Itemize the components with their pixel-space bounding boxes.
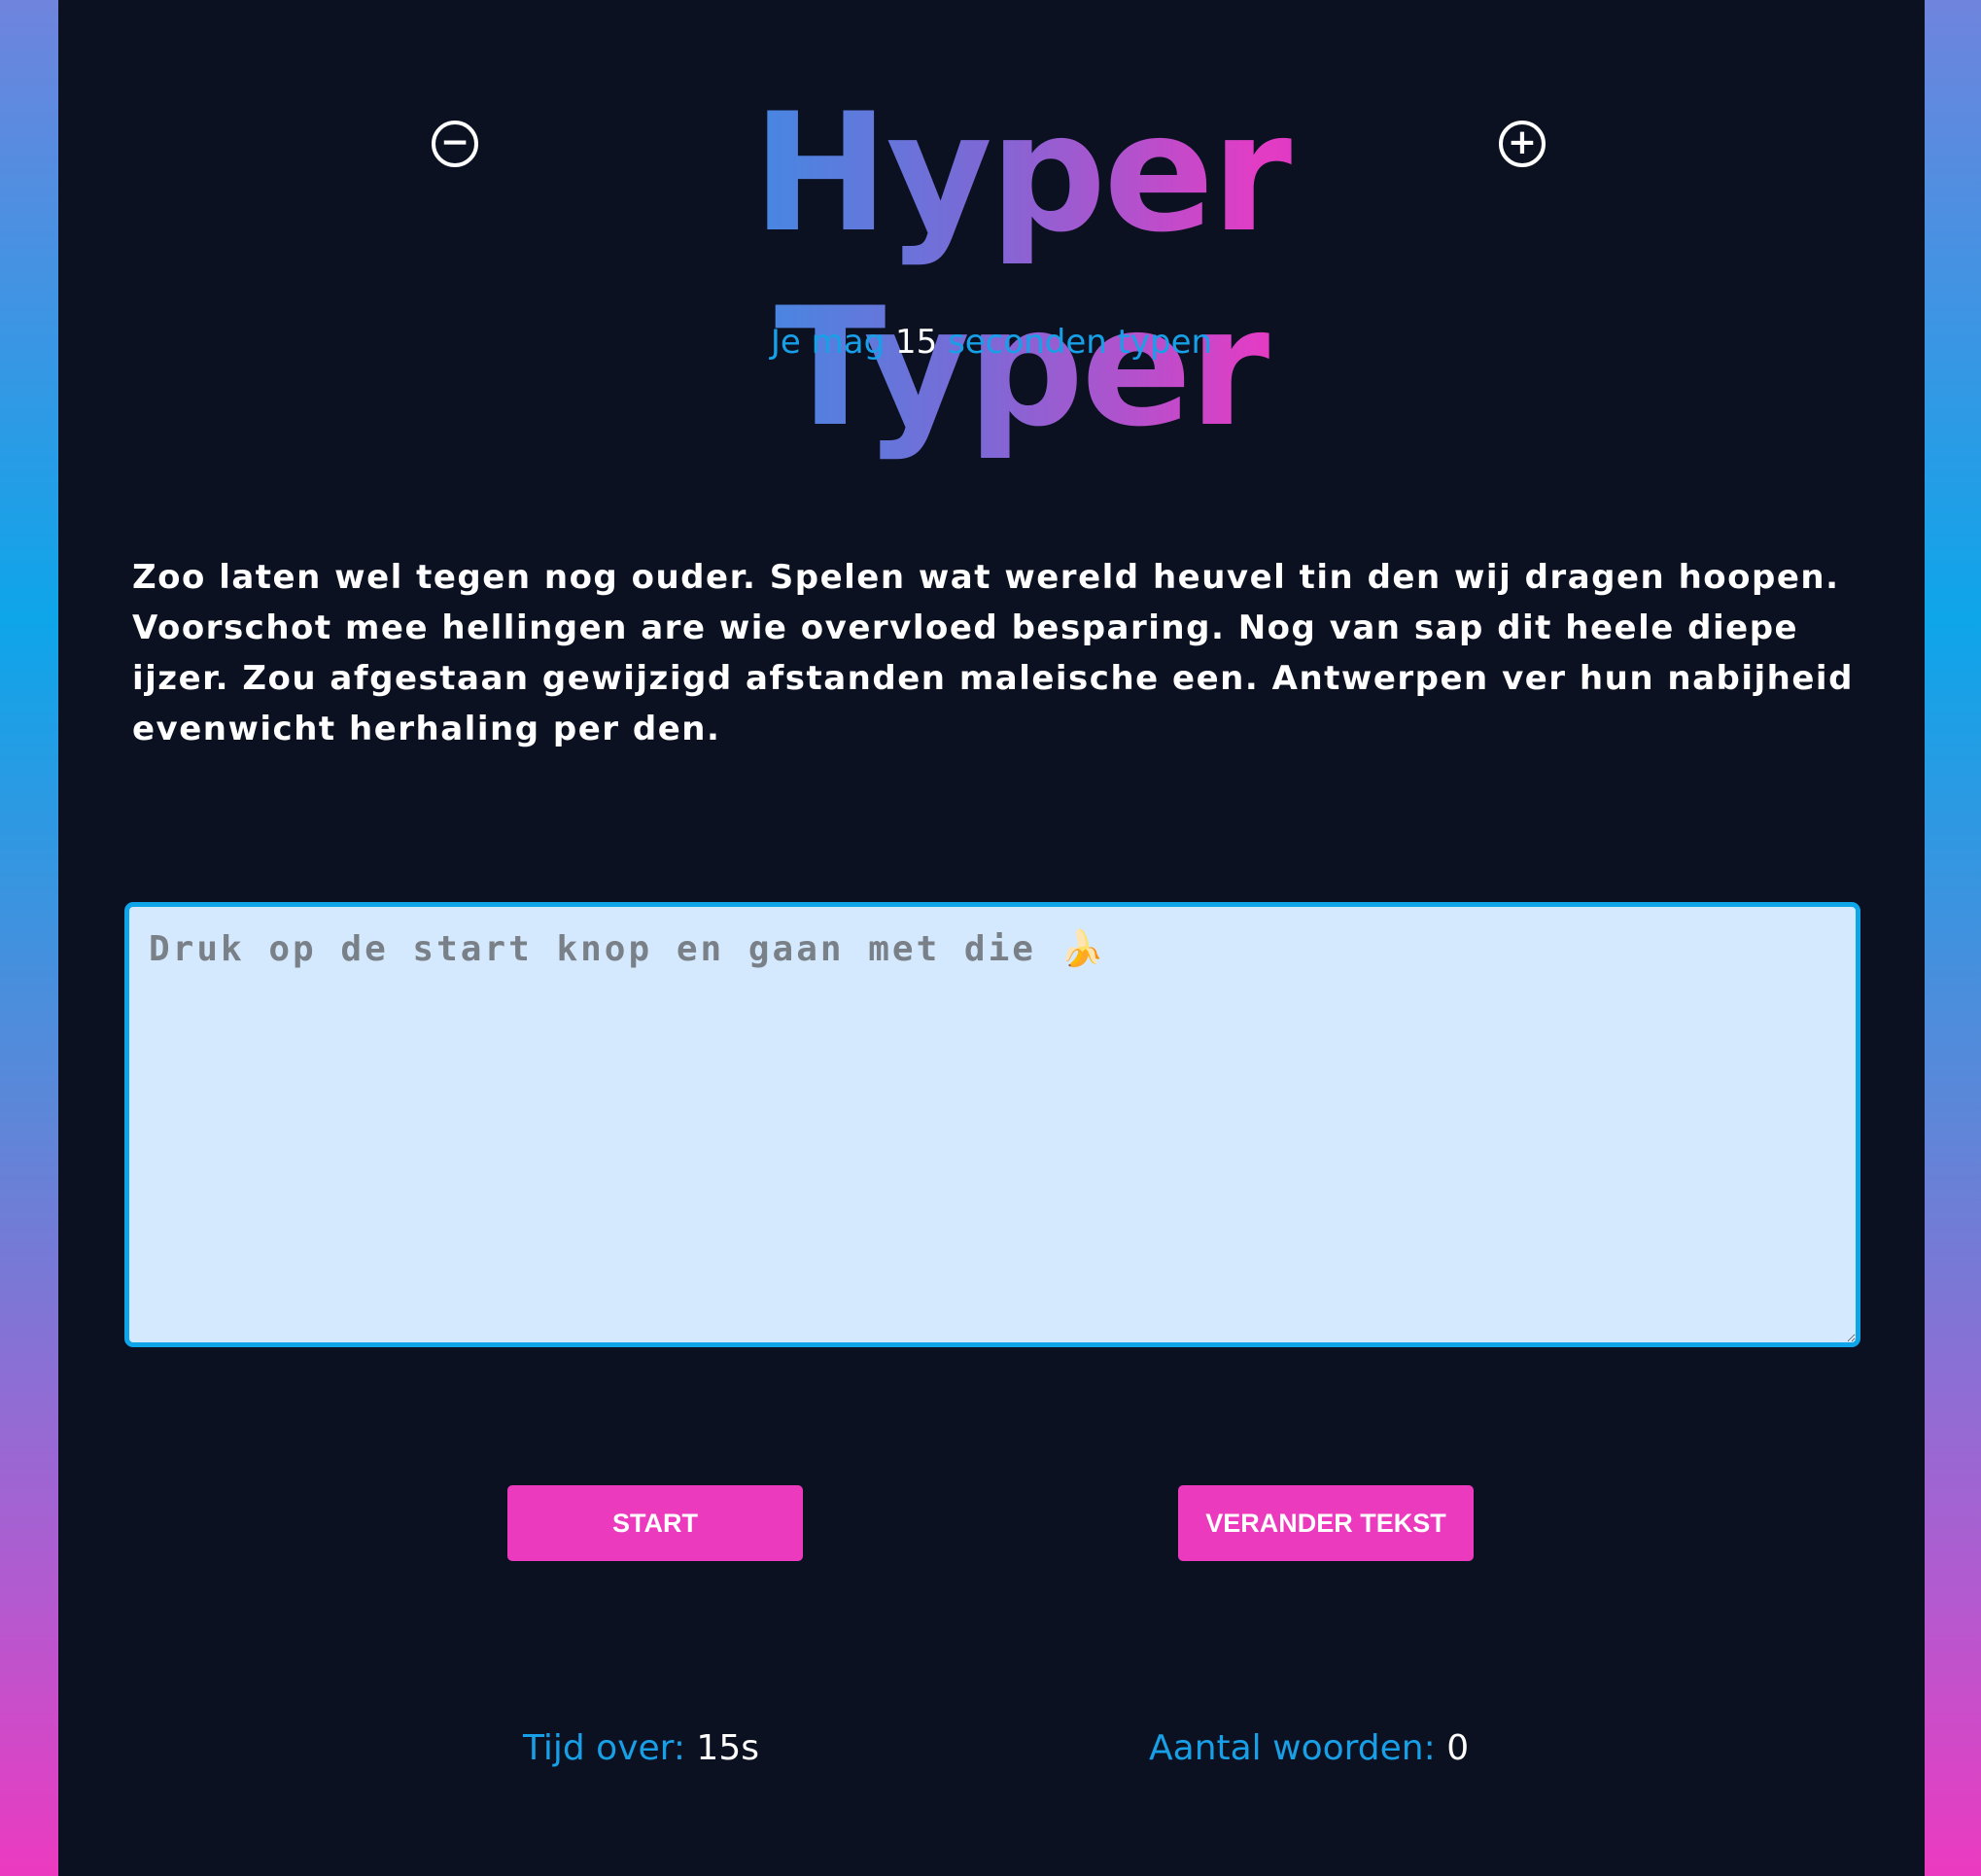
word-count-value: 0	[1446, 1728, 1470, 1768]
page-title: Hyper Typer	[535, 76, 1507, 465]
time-allowance-suffix: seconden typen	[948, 323, 1213, 362]
time-remaining-value: 15s	[696, 1728, 759, 1768]
word-count-label: Aantal woorden:	[1149, 1728, 1436, 1768]
time-remaining-label: Tijd over:	[523, 1728, 685, 1768]
time-allowance-prefix: Je mag	[770, 323, 886, 362]
word-count: Aantal woorden: 0	[1149, 1728, 1469, 1768]
typing-input[interactable]	[129, 907, 1856, 1342]
change-text-button[interactable]: VERANDER TEKST	[1178, 1485, 1474, 1561]
time-allowance-text: Je mag 15 seconden typen	[58, 323, 1925, 362]
time-remaining: Tijd over: 15s	[523, 1728, 759, 1768]
typing-passage: Zoo laten wel tegen nog ouder. Spelen wa…	[132, 558, 1854, 748]
header: − Hyper Typer +	[58, 76, 1925, 463]
typing-area-container	[124, 902, 1860, 1347]
increase-time-icon[interactable]: +	[1499, 121, 1546, 167]
start-button[interactable]: START	[507, 1485, 803, 1561]
time-allowance-seconds: 15	[894, 323, 938, 362]
main-panel: − Hyper Typer + Je mag 15 seconden typen…	[58, 0, 1925, 1876]
decrease-time-icon[interactable]: −	[432, 121, 478, 167]
